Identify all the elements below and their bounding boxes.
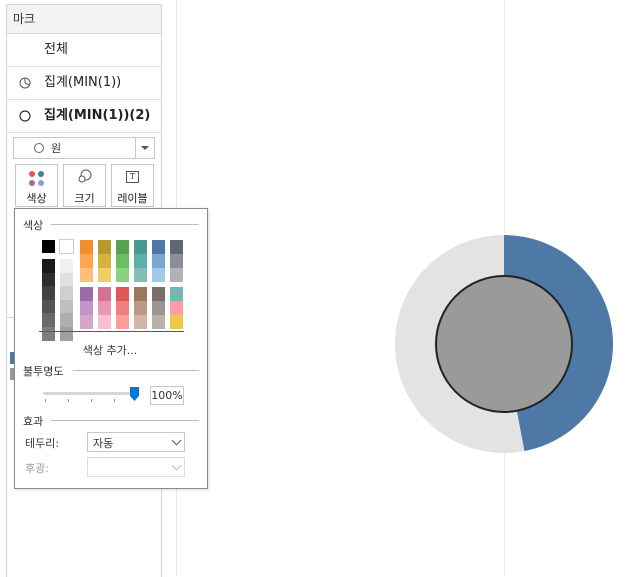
slider-tick (68, 399, 69, 402)
border-label: 테두리: (25, 437, 60, 450)
swatch-color[interactable] (152, 287, 165, 301)
marks-row-all-label: 전체 (44, 42, 68, 57)
swatch-color[interactable] (152, 301, 165, 315)
swatch-color[interactable] (98, 268, 111, 282)
swatch-gray[interactable] (60, 259, 73, 273)
swatch-color[interactable] (152, 268, 165, 282)
swatch-gray[interactable] (42, 299, 55, 314)
swatch-color[interactable] (170, 268, 183, 282)
opacity-section-title: 불투명도 (23, 365, 64, 378)
more-colors-link[interactable]: 색상 추가... (15, 342, 205, 358)
color-dots-icon (29, 171, 45, 187)
swatch-color[interactable] (134, 268, 147, 282)
swatch-color[interactable] (116, 240, 129, 254)
swatch-color[interactable] (134, 254, 147, 268)
section-divider (73, 370, 199, 371)
label-icon: T (126, 171, 139, 183)
swatch-gray[interactable] (60, 327, 73, 341)
color-popup: 색상 색상 추가... 불투명도 100% 효과 테두리: 자동 후광: (14, 208, 208, 489)
halo-dropdown (87, 457, 185, 477)
swatch-color[interactable] (116, 268, 129, 282)
donut-chart (394, 235, 613, 453)
swatch-color[interactable] (170, 254, 183, 268)
swatch-color[interactable] (170, 315, 183, 329)
center-circle (435, 275, 573, 413)
chevron-down-icon[interactable] (135, 138, 154, 158)
slider-tick (114, 399, 115, 402)
slider-tick (91, 399, 92, 402)
swatch-color[interactable] (98, 315, 111, 329)
marks-row-agg1-label: 집계(MIN(1)) (44, 75, 122, 90)
label-button[interactable]: T 레이블 (111, 164, 154, 207)
swatch-gray[interactable] (60, 313, 73, 327)
opacity-slider-thumb[interactable] (130, 387, 139, 401)
swatch-gray[interactable] (60, 272, 73, 287)
swatch-color[interactable] (98, 301, 111, 315)
section-divider (51, 420, 199, 421)
swatch-color[interactable] (152, 254, 165, 268)
swatch-black[interactable] (42, 240, 55, 253)
swatch-color[interactable] (134, 287, 147, 301)
swatch-color[interactable] (170, 287, 183, 301)
opacity-slider-track[interactable] (43, 392, 137, 395)
circle-icon (19, 110, 31, 122)
color-button[interactable]: 색상 (15, 164, 58, 207)
effects-section-title: 효과 (23, 415, 44, 428)
swatch-color[interactable] (80, 315, 93, 329)
border-value: 자동 (93, 437, 114, 450)
chevron-down-icon (171, 460, 182, 471)
size-button-label: 크기 (74, 192, 95, 205)
opacity-value-input[interactable]: 100% (150, 386, 184, 405)
size-button[interactable]: 크기 (63, 164, 106, 207)
swatch-color[interactable] (80, 301, 93, 315)
swatch-gray[interactable] (42, 272, 55, 287)
swatch-gray[interactable] (42, 313, 55, 327)
swatch-color[interactable] (98, 287, 111, 301)
section-divider (51, 224, 199, 225)
color-button-label: 색상 (26, 192, 47, 205)
swatch-gray[interactable] (42, 259, 55, 273)
size-icon (78, 169, 92, 183)
halo-label: 후광: (25, 462, 49, 475)
swatch-color[interactable] (116, 254, 129, 268)
swatch-color[interactable] (116, 287, 129, 301)
marks-row-all[interactable]: 전체 (7, 34, 161, 67)
swatch-color[interactable] (170, 240, 183, 254)
swatch-color[interactable] (152, 240, 165, 254)
border-dropdown[interactable]: 자동 (87, 432, 185, 452)
palette-divider (39, 331, 184, 332)
swatch-color[interactable] (80, 240, 93, 254)
marks-row-agg1[interactable]: 집계(MIN(1)) (7, 67, 161, 100)
swatch-color[interactable] (170, 301, 183, 315)
color-section-title: 색상 (23, 219, 44, 232)
chevron-down-icon (171, 435, 182, 446)
label-button-label: 레이블 (117, 192, 148, 205)
swatch-color[interactable] (134, 315, 147, 329)
swatch-color[interactable] (80, 254, 93, 268)
swatch-gray[interactable] (60, 286, 73, 300)
swatch-color[interactable] (116, 301, 129, 315)
swatch-white[interactable] (59, 239, 74, 254)
swatch-color[interactable] (98, 240, 111, 254)
mark-type-dropdown[interactable]: 원 (13, 137, 155, 159)
marks-row-agg2-label: 집계(MIN(1))(2) (44, 108, 151, 123)
swatch-color[interactable] (80, 287, 93, 301)
swatch-gray[interactable] (42, 327, 55, 341)
swatch-color[interactable] (80, 268, 93, 282)
swatch-color[interactable] (116, 315, 129, 329)
swatch-gray[interactable] (42, 286, 55, 300)
swatch-color[interactable] (134, 240, 147, 254)
marks-row-agg2[interactable]: 집계(MIN(1))(2) (7, 100, 161, 133)
circle-icon (34, 143, 44, 153)
pie-icon (19, 77, 31, 89)
swatch-color[interactable] (152, 315, 165, 329)
mark-type-value: 원 (51, 142, 62, 155)
slider-tick (45, 399, 46, 402)
marks-card-title: 마크 (7, 5, 161, 34)
swatch-color[interactable] (98, 254, 111, 268)
swatch-gray[interactable] (60, 299, 73, 314)
swatch-color[interactable] (134, 301, 147, 315)
